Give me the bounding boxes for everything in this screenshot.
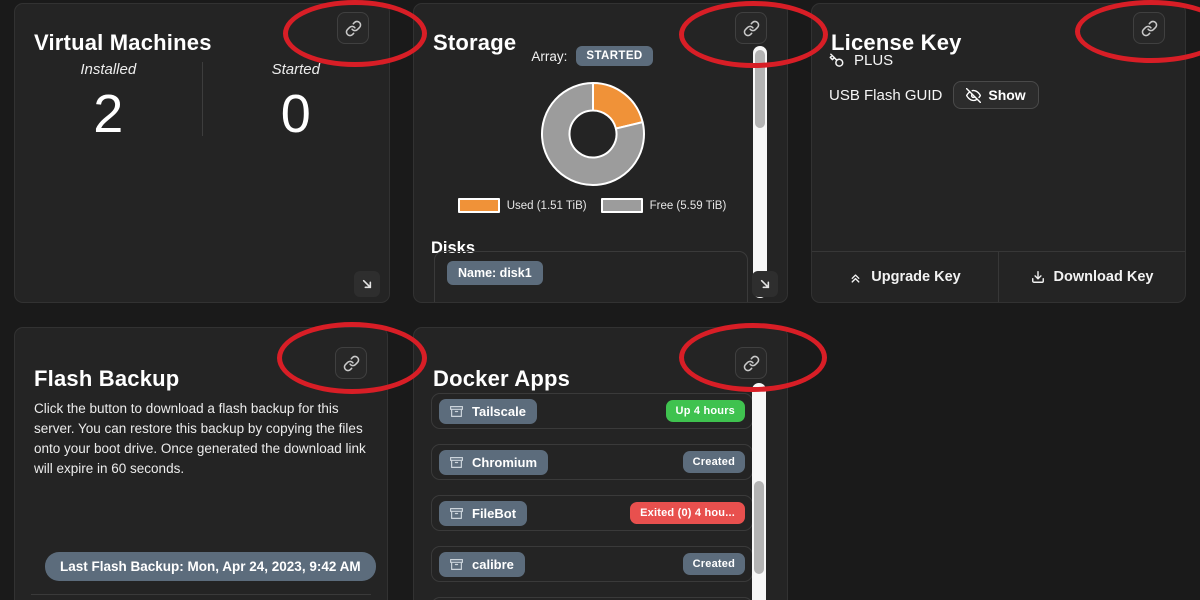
docker-scrollbar-thumb[interactable] — [754, 481, 764, 574]
disk-name-badge: Name: disk1 — [447, 261, 543, 285]
link-icon — [345, 20, 362, 37]
used-legend-label: Used (1.51 TiB) — [507, 200, 587, 212]
resize-arrow-icon — [359, 276, 375, 292]
docker-app-name-badge: calibre — [439, 552, 525, 577]
flash-backup-description: Click the button to download a flash bac… — [34, 399, 366, 479]
download-icon — [1031, 270, 1045, 284]
disk-row[interactable]: Name: disk1 — [434, 251, 748, 303]
legend-item-free: Free (5.59 TiB) — [601, 198, 727, 213]
vm-stats: Installed 2 Started 0 — [15, 54, 389, 143]
flash-backup-link-button[interactable] — [335, 347, 367, 379]
last-flash-backup-badge: Last Flash Backup: Mon, Apr 24, 2023, 9:… — [45, 552, 376, 581]
eye-off-icon — [966, 88, 981, 103]
virtual-machines-title: Virtual Machines — [34, 30, 212, 56]
flash-backup-card: Flash Backup Click the button to downloa… — [14, 327, 388, 600]
vm-started-label: Started — [272, 61, 320, 78]
array-status-badge: STARTED — [576, 46, 652, 66]
docker-app-status-badge: Created — [683, 451, 745, 473]
key-icon — [829, 53, 844, 68]
license-footer: Upgrade Key Download Key — [812, 251, 1185, 302]
chevrons-up-icon — [849, 271, 862, 284]
docker-apps-list: Tailscale Up 4 hours Chromium Created Fi… — [431, 393, 753, 600]
container-icon — [450, 456, 463, 469]
array-label: Array: — [531, 49, 567, 64]
docker-app-status-badge: Created — [683, 553, 745, 575]
docker-scrollbar[interactable] — [752, 383, 766, 600]
docker-app-name: Tailscale — [472, 404, 526, 419]
link-icon — [743, 20, 760, 37]
docker-apps-title: Docker Apps — [433, 366, 570, 392]
docker-app-name-badge: FileBot — [439, 501, 527, 526]
used-swatch — [458, 198, 500, 213]
storage-donut-chart — [538, 79, 648, 189]
free-legend-label: Free (5.59 TiB) — [650, 200, 727, 212]
docker-app-name-badge: Tailscale — [439, 399, 537, 424]
storage-card: Storage Array: STARTED Used (1.51 TiB) F… — [413, 3, 788, 303]
docker-app-row-tailscale[interactable]: Tailscale Up 4 hours — [431, 393, 753, 429]
download-key-label: Download Key — [1054, 269, 1154, 285]
donut-used-slice — [593, 83, 643, 129]
storage-scrollbar-thumb[interactable] — [755, 50, 765, 128]
virtual-machines-card: Virtual Machines Installed 2 Started 0 — [14, 3, 390, 303]
legend-item-used: Used (1.51 TiB) — [458, 198, 587, 213]
docker-app-row-chromium[interactable]: Chromium Created — [431, 444, 753, 480]
upgrade-key-label: Upgrade Key — [871, 269, 960, 285]
link-icon — [1141, 20, 1158, 37]
vm-installed-stat: Installed 2 — [15, 54, 202, 143]
flash-footer-divider — [31, 594, 371, 595]
vm-started-stat: Started 0 — [203, 54, 390, 143]
usb-guid-label: USB Flash GUID — [829, 87, 942, 104]
link-icon — [343, 355, 360, 372]
storage-link-button[interactable] — [735, 12, 767, 44]
docker-app-row-filebot[interactable]: FileBot Exited (0) 4 hou... — [431, 495, 753, 531]
virtual-machines-link-button[interactable] — [337, 12, 369, 44]
license-key-card: License Key PLUS USB Flash GUID Show Upg… — [811, 3, 1186, 303]
resize-handle[interactable] — [354, 271, 380, 297]
docker-app-status-badge: Exited (0) 4 hou... — [630, 502, 745, 524]
resize-handle[interactable] — [752, 271, 778, 297]
vm-started-value: 0 — [281, 86, 311, 143]
vm-installed-value: 2 — [93, 86, 123, 143]
show-guid-button[interactable]: Show — [953, 81, 1038, 109]
license-tier-label: PLUS — [854, 52, 893, 69]
upgrade-key-button[interactable]: Upgrade Key — [812, 252, 999, 302]
free-swatch — [601, 198, 643, 213]
container-icon — [450, 507, 463, 520]
container-icon — [450, 558, 463, 571]
flash-backup-title: Flash Backup — [34, 366, 179, 392]
docker-apps-link-button[interactable] — [735, 347, 767, 379]
container-icon — [450, 405, 463, 418]
docker-app-row-calibre[interactable]: calibre Created — [431, 546, 753, 582]
docker-app-name: Chromium — [472, 455, 537, 470]
license-key-link-button[interactable] — [1133, 12, 1165, 44]
docker-app-name-badge: Chromium — [439, 450, 548, 475]
dashboard-page: { "page": { "background_color": "#1a1a1a… — [0, 0, 1200, 600]
array-status-row: Array: STARTED — [414, 46, 770, 66]
storage-scrollbar[interactable] — [753, 46, 767, 298]
usb-guid-row: USB Flash GUID Show — [829, 81, 1039, 109]
docker-app-status-badge: Up 4 hours — [666, 400, 745, 422]
docker-app-name: FileBot — [472, 506, 516, 521]
docker-app-name: calibre — [472, 557, 514, 572]
storage-legend: Used (1.51 TiB) Free (5.59 TiB) — [414, 198, 770, 213]
resize-arrow-icon — [757, 276, 773, 292]
show-button-label: Show — [988, 87, 1025, 103]
license-tier-row: PLUS — [829, 52, 893, 69]
docker-apps-card: Docker Apps Tailscale Up 4 hours Chromiu… — [413, 327, 788, 600]
vm-installed-label: Installed — [80, 61, 136, 78]
link-icon — [743, 355, 760, 372]
download-key-button[interactable]: Download Key — [999, 252, 1185, 302]
